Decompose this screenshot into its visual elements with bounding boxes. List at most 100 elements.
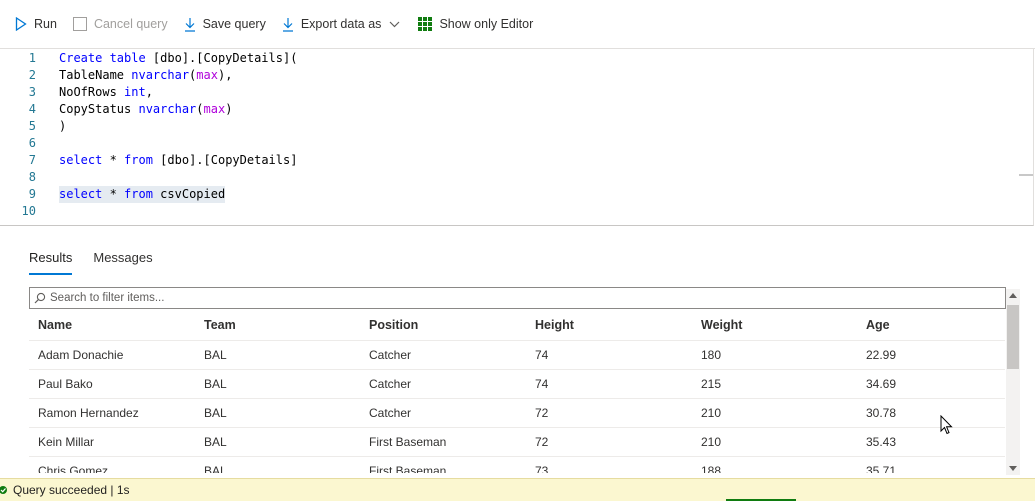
table-cell: 35.43 bbox=[866, 435, 897, 449]
table-row[interactable]: Chris Gomez BAL First Baseman 73 188 35.… bbox=[29, 457, 1005, 473]
table-cell: Chris Gomez bbox=[38, 464, 109, 473]
export-data-label: Export data as bbox=[300, 17, 382, 31]
column-header-team[interactable]: Team bbox=[195, 309, 236, 340]
line-number: 8 bbox=[28, 170, 36, 184]
code-text: ) bbox=[59, 119, 67, 133]
table-cell: BAL bbox=[204, 435, 227, 449]
scrollbar-thumb[interactable] bbox=[1007, 305, 1019, 369]
column-header-name[interactable]: Name bbox=[29, 309, 72, 340]
status-text: Query succeeded | 1s bbox=[13, 483, 130, 497]
line-number: 10 bbox=[21, 204, 36, 218]
mouse-cursor-icon bbox=[940, 414, 953, 440]
download-icon bbox=[184, 17, 196, 32]
table-cell: BAL bbox=[204, 406, 227, 420]
save-query-button[interactable]: Save query bbox=[176, 0, 274, 48]
save-query-label: Save query bbox=[202, 17, 266, 31]
results-scrollbar[interactable] bbox=[1006, 289, 1020, 475]
sql-editor[interactable]: 1 Create table [dbo].[CopyDetails]( 2 Ta… bbox=[0, 49, 1034, 226]
table-cell: BAL bbox=[204, 348, 227, 362]
line-number: 7 bbox=[28, 153, 36, 167]
line-number: 9 bbox=[28, 187, 36, 201]
table-cell: 72 bbox=[535, 435, 549, 449]
table-cell: 210 bbox=[701, 406, 722, 420]
code-text: TableName nvarchar(max), bbox=[59, 68, 233, 82]
table-cell: First Baseman bbox=[369, 435, 447, 449]
table-cell: Catcher bbox=[369, 348, 412, 362]
table-cell: 30.78 bbox=[866, 406, 897, 420]
code-line: 5 ) bbox=[0, 118, 1033, 135]
search-icon bbox=[30, 292, 50, 304]
code-line: 3 NoOfRows int, bbox=[0, 84, 1033, 101]
column-header-age[interactable]: Age bbox=[857, 309, 890, 340]
success-icon bbox=[0, 485, 9, 495]
results-table: Name Team Position Height Weight Age Ada… bbox=[29, 309, 1005, 473]
cancel-query-button[interactable]: Cancel query bbox=[65, 0, 176, 48]
table-cell: First Baseman bbox=[369, 464, 447, 473]
status-bar: Query succeeded | 1s bbox=[0, 478, 1035, 501]
table-cell: BAL bbox=[204, 377, 227, 391]
code-line: 1 Create table [dbo].[CopyDetails]( bbox=[0, 50, 1033, 67]
table-cell: Adam Donachie bbox=[38, 348, 124, 362]
table-cell: 215 bbox=[701, 377, 722, 391]
table-cell: 72 bbox=[535, 406, 549, 420]
search-input[interactable] bbox=[50, 292, 990, 304]
code-line: 9 select * from csvCopied bbox=[0, 186, 1033, 203]
cancel-query-label: Cancel query bbox=[93, 17, 168, 31]
table-cell: 188 bbox=[701, 464, 722, 473]
table-row[interactable]: Adam Donachie BAL Catcher 74 180 22.99 bbox=[29, 341, 1005, 370]
code-text: CopyStatus nvarchar(max) bbox=[59, 102, 233, 116]
table-cell: 34.69 bbox=[866, 377, 897, 391]
table-header-row: Name Team Position Height Weight Age bbox=[29, 309, 1005, 341]
line-number: 2 bbox=[28, 68, 36, 82]
code-line: 7 select * from [dbo].[CopyDetails] bbox=[0, 152, 1033, 169]
column-header-weight[interactable]: Weight bbox=[692, 309, 742, 340]
code-line: 2 TableName nvarchar(max), bbox=[0, 67, 1033, 84]
tab-results[interactable]: Results bbox=[29, 250, 73, 275]
tab-messages[interactable]: Messages bbox=[93, 250, 152, 275]
grid-icon bbox=[418, 17, 433, 31]
editor-scroll-indicator bbox=[1019, 174, 1033, 176]
table-row[interactable]: Ramon Hernandez BAL Catcher 72 210 30.78 bbox=[29, 399, 1005, 428]
selected-code-text: select * from csvCopied bbox=[59, 186, 226, 203]
table-cell: 22.99 bbox=[866, 348, 897, 362]
code-line: 8 bbox=[0, 169, 1033, 186]
code-line: 10 bbox=[0, 203, 1033, 220]
table-cell: 35.71 bbox=[866, 464, 897, 473]
code-line: 6 bbox=[0, 135, 1033, 152]
export-icon bbox=[282, 17, 294, 32]
table-cell: 73 bbox=[535, 464, 549, 473]
code-line: 4 CopyStatus nvarchar(max) bbox=[0, 101, 1033, 118]
results-tabs: Results Messages bbox=[29, 250, 174, 275]
table-row[interactable]: Paul Bako BAL Catcher 74 215 34.69 bbox=[29, 370, 1005, 399]
column-header-height[interactable]: Height bbox=[526, 309, 574, 340]
scroll-up-icon[interactable] bbox=[1009, 293, 1017, 298]
table-cell: BAL bbox=[204, 464, 227, 473]
table-row[interactable]: Kein Millar BAL First Baseman 72 210 35.… bbox=[29, 428, 1005, 457]
column-header-position[interactable]: Position bbox=[360, 309, 418, 340]
table-cell: Catcher bbox=[369, 406, 412, 420]
run-label: Run bbox=[34, 17, 57, 31]
code-text: Create table [dbo].[CopyDetails]( bbox=[59, 51, 298, 65]
code-text: select * from [dbo].[CopyDetails] bbox=[59, 153, 298, 167]
filter-search-box bbox=[29, 287, 1006, 309]
export-data-button[interactable]: Export data as bbox=[274, 0, 409, 48]
line-number: 4 bbox=[28, 102, 36, 116]
table-cell: 180 bbox=[701, 348, 722, 362]
line-number: 5 bbox=[28, 119, 36, 133]
table-cell: Catcher bbox=[369, 377, 412, 391]
scroll-down-icon[interactable] bbox=[1009, 466, 1017, 471]
table-cell: 74 bbox=[535, 348, 549, 362]
run-button[interactable]: Run bbox=[0, 0, 65, 48]
table-cell: Paul Bako bbox=[38, 377, 93, 391]
play-icon bbox=[15, 17, 27, 31]
query-toolbar: Run Cancel query Save query Export data … bbox=[0, 0, 1035, 49]
show-only-editor-button[interactable]: Show only Editor bbox=[408, 0, 541, 48]
line-number: 3 bbox=[28, 85, 36, 99]
stop-checkbox-icon bbox=[72, 17, 87, 31]
table-cell: 210 bbox=[701, 435, 722, 449]
table-cell: 74 bbox=[535, 377, 549, 391]
line-number: 1 bbox=[28, 51, 36, 65]
show-only-editor-label: Show only Editor bbox=[439, 17, 534, 31]
chevron-down-icon bbox=[389, 21, 400, 28]
table-cell: Kein Millar bbox=[38, 435, 95, 449]
